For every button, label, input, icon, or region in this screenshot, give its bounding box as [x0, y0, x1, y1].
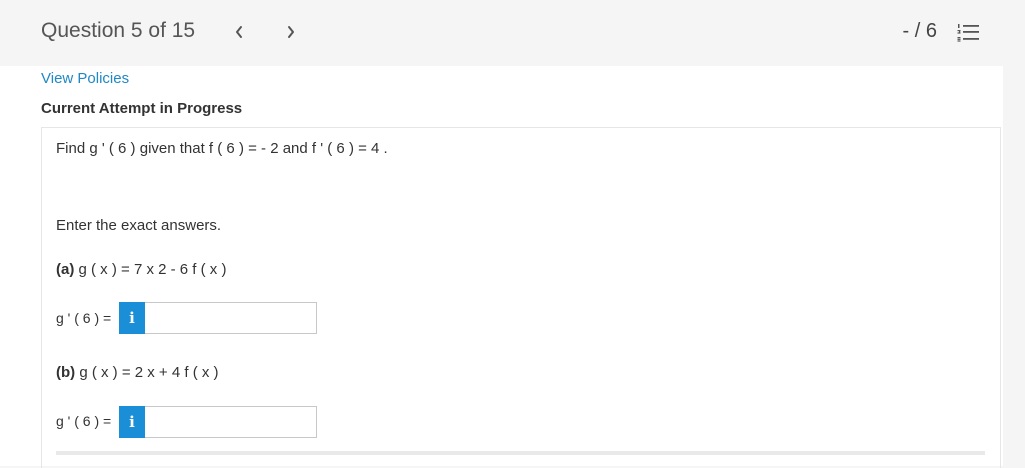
part-a-statement: (a) g ( x ) = 7 x 2 - 6 f ( x )	[56, 261, 226, 278]
part-b-label: (b)	[56, 364, 76, 381]
question-list-button[interactable]	[955, 20, 981, 44]
part-a-answer-group: i	[119, 302, 317, 334]
info-icon[interactable]: i	[119, 302, 145, 334]
question-panel: View Policies Current Attempt in Progres…	[0, 66, 1003, 468]
view-policies-link[interactable]: View Policies	[41, 70, 129, 87]
next-question-button[interactable]	[279, 18, 303, 46]
part-b-answer-label: g ' ( 6 ) =	[56, 413, 112, 429]
part-b-expression: g ( x ) = 2 x + 4 f ( x )	[75, 364, 219, 381]
attempt-status: Current Attempt in Progress	[41, 100, 243, 117]
numbered-list-icon	[957, 24, 979, 42]
part-a-answer-label: g ' ( 6 ) =	[56, 310, 112, 326]
part-a-expression: g ( x ) = 7 x 2 - 6 f ( x )	[74, 261, 227, 278]
part-a-label: (a)	[56, 261, 75, 278]
question-title: Question 5 of 15	[41, 19, 196, 42]
chevron-left-icon	[236, 26, 242, 38]
part-b-answer-group: i	[119, 406, 317, 438]
part-b-answer-input[interactable]	[145, 406, 317, 438]
info-icon[interactable]: i	[119, 406, 145, 438]
question-prompt: Find g ' ( 6 ) given that f ( 6 ) = - 2 …	[56, 140, 388, 157]
part-a-answer-input[interactable]	[145, 302, 317, 334]
score-display: - / 6	[902, 20, 937, 42]
next-section-edge	[56, 451, 985, 455]
previous-question-button[interactable]	[227, 18, 251, 46]
question-body: Find g ' ( 6 ) given that f ( 6 ) = - 2 …	[41, 128, 1001, 468]
question-header: Question 5 of 15 - / 6	[0, 0, 1025, 66]
question-instructions: Enter the exact answers.	[56, 217, 222, 234]
part-b-statement: (b) g ( x ) = 2 x + 4 f ( x )	[56, 364, 219, 381]
chevron-right-icon	[288, 26, 294, 38]
